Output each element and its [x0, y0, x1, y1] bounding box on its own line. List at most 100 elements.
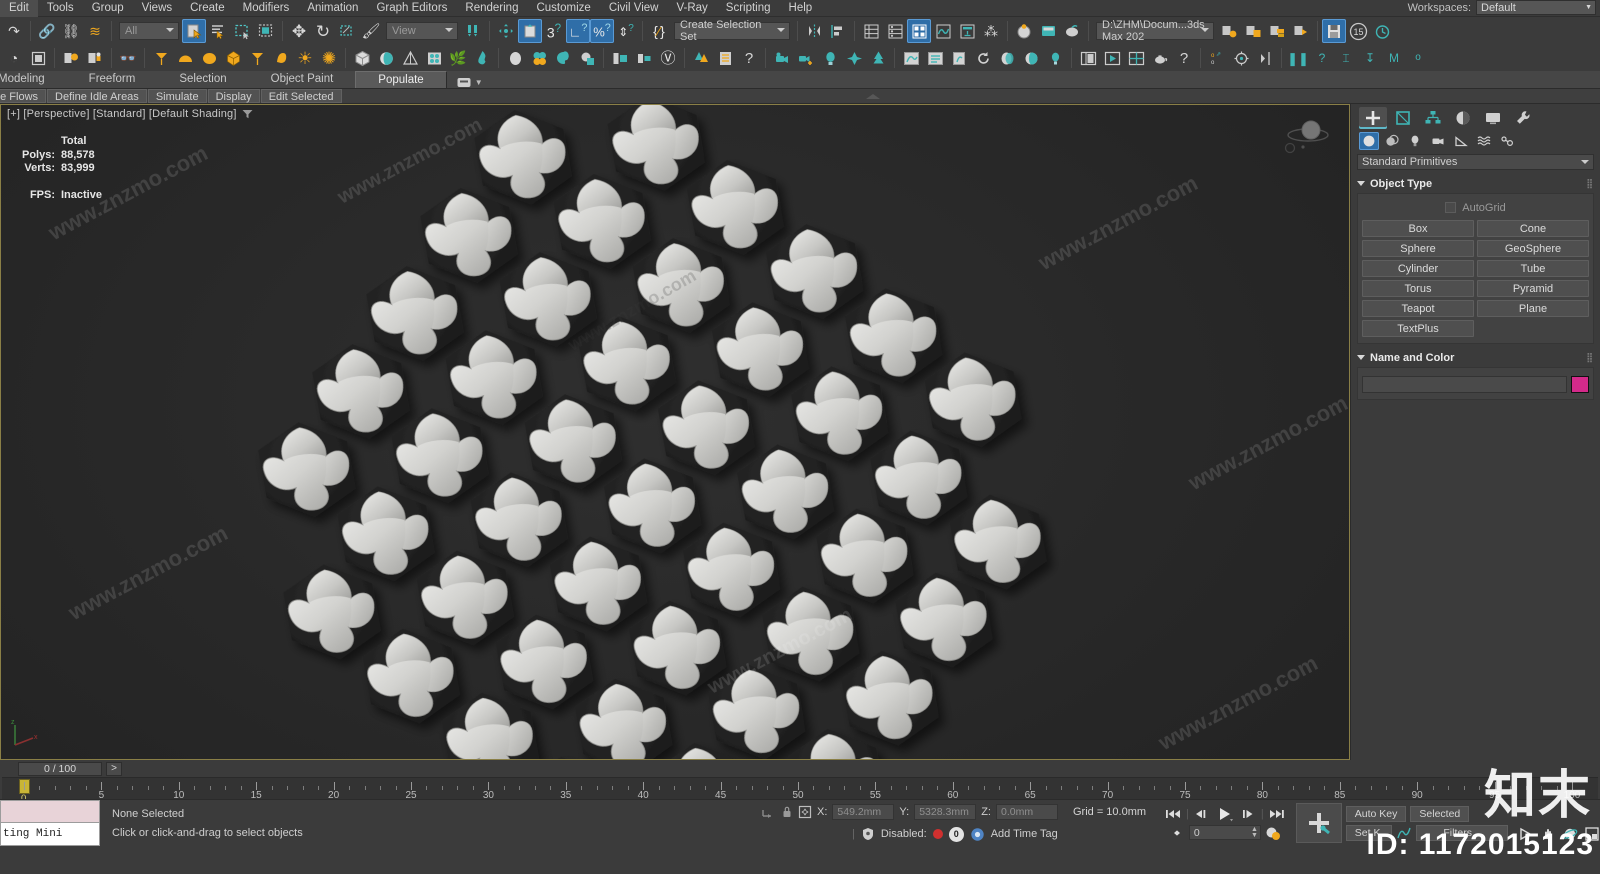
viewcube-icon[interactable] — [1281, 113, 1331, 158]
render-setup-dialog-icon[interactable] — [1217, 19, 1241, 43]
material-multi-icon[interactable] — [527, 46, 551, 70]
current-frame-field[interactable]: 0 / 100 — [18, 761, 102, 776]
ribbon-options-flyout[interactable]: ▼ — [447, 77, 493, 88]
cylinder-button[interactable]: Cylinder — [1362, 260, 1474, 277]
motion-tab[interactable] — [1449, 107, 1477, 129]
render-production-icon[interactable] — [1060, 19, 1084, 43]
menu-item-modifiers[interactable]: Modifiers — [234, 0, 299, 17]
vray-sphere-icon[interactable] — [1019, 46, 1043, 70]
auto-key-button[interactable]: Auto Key — [1345, 805, 1407, 822]
time-configuration-icon[interactable] — [1265, 825, 1281, 841]
use-center-flyout-icon[interactable] — [494, 19, 518, 43]
select-and-link-icon[interactable]: 🔗 — [35, 19, 59, 43]
create-tab[interactable] — [1359, 107, 1387, 129]
particle-flow-icon[interactable]: ⁂ — [979, 19, 1003, 43]
menu-item-civil-view[interactable]: Civil View — [600, 0, 668, 17]
align-to-view-icon[interactable] — [1253, 46, 1277, 70]
maxscript-output-pane[interactable] — [0, 800, 100, 823]
perspective-viewport[interactable]: [+] [Perspective] [Standard] [Default Sh… — [0, 104, 1350, 760]
ribbon-subtab-edit-selected[interactable]: Edit Selected — [260, 89, 342, 103]
container-icon[interactable] — [26, 46, 50, 70]
key-mode-toggle-icon[interactable] — [1169, 827, 1185, 839]
selected-button[interactable]: Selected — [1410, 805, 1470, 822]
create-foliage-icon[interactable]: 🌿 — [446, 46, 470, 70]
create-dome-light-icon[interactable] — [173, 46, 197, 70]
schematic-view-icon[interactable] — [955, 19, 979, 43]
y-field[interactable]: 5328.3mm — [914, 804, 977, 820]
geometry-icon[interactable] — [1359, 132, 1379, 150]
cone-button[interactable]: Cone — [1477, 220, 1589, 237]
rectangular-selection-region-icon[interactable] — [230, 19, 254, 43]
ribbon-subtab-flows[interactable]: ne Flows — [0, 89, 47, 103]
edit-named-selection-sets-icon[interactable]: {⁄} — [647, 19, 671, 43]
tool-vert-icon[interactable]: ↧ — [1358, 46, 1382, 70]
go-to-start-icon[interactable] — [1164, 807, 1182, 821]
menu-item-create[interactable]: Create — [181, 0, 234, 17]
select-object-icon[interactable] — [182, 19, 206, 43]
create-fire-icon[interactable] — [470, 46, 494, 70]
material-ball-icon[interactable] — [503, 46, 527, 70]
tangent-curve-icon[interactable] — [1396, 826, 1412, 840]
space-warps-icon[interactable] — [1474, 132, 1494, 150]
maxscript-input-pane[interactable]: ting Mini — [0, 822, 100, 846]
create-camera-icon[interactable] — [770, 46, 794, 70]
display-tab[interactable] — [1479, 107, 1507, 129]
torus-button[interactable]: Torus — [1362, 280, 1474, 297]
vray-frame-buffer-icon[interactable] — [899, 46, 923, 70]
daylight-icon[interactable]: ✺ — [317, 46, 341, 70]
lights-icon[interactable] — [1405, 132, 1425, 150]
autogrid-checkbox[interactable] — [1445, 202, 1457, 213]
create-sphere-geom-icon[interactable] — [374, 46, 398, 70]
tool-i-icon[interactable]: ⌶ — [1334, 46, 1358, 70]
pause-icon[interactable]: ❚❚ — [1286, 46, 1310, 70]
menu-item-vray[interactable]: V-Ray — [667, 0, 716, 17]
subcategory-dropdown[interactable]: Standard Primitives — [1357, 154, 1594, 170]
select-and-rotate-icon[interactable]: ↻ — [311, 19, 335, 43]
spinner-arrows-icon[interactable]: ▲ ▼ — [1251, 826, 1258, 839]
render-icon[interactable] — [1265, 19, 1289, 43]
pan-view-icon[interactable] — [1540, 826, 1556, 842]
viewport-quad-icon[interactable] — [1124, 46, 1148, 70]
tube-button[interactable]: Tube — [1477, 260, 1589, 277]
save-file-icon[interactable] — [1322, 19, 1346, 43]
axis-constraint-icon[interactable]: o ⇗ o — [1205, 46, 1229, 70]
menu-item-graph-editors[interactable]: Graph Editors — [367, 0, 456, 17]
window-crossing-toggle-icon[interactable] — [254, 19, 278, 43]
filter-icon[interactable] — [242, 109, 253, 119]
render-frame-window-icon[interactable] — [1241, 19, 1265, 43]
object-color-swatch[interactable] — [1571, 376, 1589, 393]
sphere-button[interactable]: Sphere — [1362, 240, 1474, 257]
menu-item-animation[interactable]: Animation — [298, 0, 367, 17]
create-geosphere-icon[interactable] — [221, 46, 245, 70]
pyramid-button[interactable]: Pyramid — [1477, 280, 1589, 297]
ribbon-collapse-handle[interactable] — [866, 93, 880, 99]
workspaces-dropdown[interactable]: Default ▼ — [1476, 0, 1596, 15]
rollout-name-and-color-header[interactable]: Name and Color ⣿ — [1357, 350, 1594, 365]
reference-coordinate-dropdown[interactable]: View — [386, 22, 458, 40]
object-name-input[interactable] — [1362, 376, 1567, 393]
undo-icon[interactable]: ↷ — [2, 19, 26, 43]
viewport-layout-icon[interactable] — [1076, 46, 1100, 70]
create-point-light-icon[interactable] — [842, 46, 866, 70]
bind-to-space-warp-icon[interactable]: ≋ — [83, 19, 107, 43]
material-copy-icon[interactable] — [575, 46, 599, 70]
menu-item-group[interactable]: Group — [83, 0, 133, 17]
timeline-ruler[interactable]: 0 5 10 15 20 25 30 35 40 45 50 55 60 65 70 75 80 85 90 95 1… — [2, 777, 1598, 799]
shapes-icon[interactable] — [1382, 132, 1402, 150]
vray-stack-icon[interactable] — [995, 46, 1019, 70]
ribbon-tab-object-paint[interactable]: Object Paint — [249, 71, 356, 88]
box-button[interactable]: Box — [1362, 220, 1474, 237]
create-compound-icon[interactable] — [422, 46, 446, 70]
ribbon-tab-populate[interactable]: Populate — [355, 71, 447, 88]
create-tree-icon[interactable] — [866, 46, 890, 70]
next-frame-icon[interactable] — [1239, 807, 1257, 821]
forest-pack-icon[interactable] — [689, 46, 713, 70]
play-animation-icon[interactable] — [1215, 806, 1235, 822]
create-box-icon[interactable] — [350, 46, 374, 70]
camera-list-icon[interactable] — [83, 46, 107, 70]
viewport-play-icon[interactable] — [1100, 46, 1124, 70]
ribbon-subtab-define-idle-areas[interactable]: Define Idle Areas — [47, 89, 147, 103]
select-by-name-icon[interactable] — [206, 19, 230, 43]
menu-item-tools[interactable]: Tools — [38, 0, 83, 17]
vray-list-icon[interactable] — [923, 46, 947, 70]
